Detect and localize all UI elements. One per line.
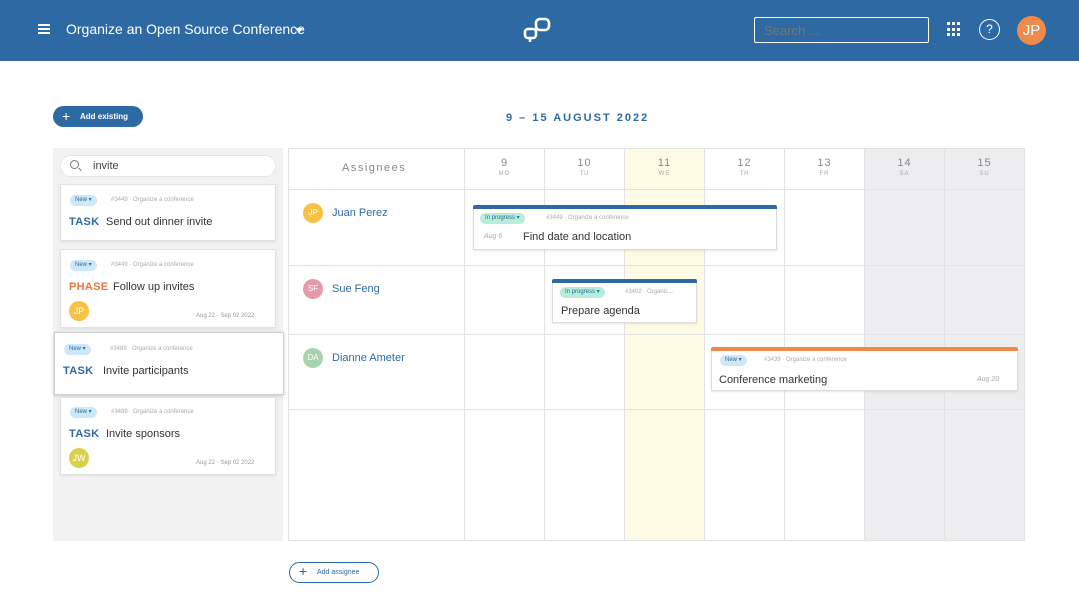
- task-card[interactable]: New #3449 · Organize a conference TASK S…: [60, 184, 276, 241]
- task-card[interactable]: New #3489 · Organize a conference TASK I…: [60, 397, 276, 475]
- avatar: JP: [69, 301, 89, 321]
- menu-icon[interactable]: [38, 24, 50, 34]
- logo-icon[interactable]: [522, 17, 552, 43]
- task-title: Follow up invites: [113, 281, 195, 293]
- task-type-label: PHASE: [69, 281, 109, 293]
- task-date: Aug 6: [484, 233, 503, 240]
- row-divider: [289, 265, 1024, 266]
- day-number: 10: [577, 157, 592, 169]
- task-color-bar: [552, 279, 697, 283]
- plus-icon: +: [299, 563, 308, 579]
- task-color-bar: [711, 347, 1018, 351]
- user-avatar[interactable]: JP: [1017, 16, 1046, 45]
- row-divider: [289, 409, 1024, 410]
- task-meta: #3439 · Organize a conference: [764, 357, 847, 363]
- task-card[interactable]: New #3489 · Organize a conference TASK I…: [54, 332, 284, 395]
- avatar: JW: [69, 448, 89, 468]
- task-title: Invite sponsors: [106, 428, 180, 440]
- day-column-weekend[interactable]: 14 SA: [864, 149, 944, 540]
- task-card[interactable]: New #3449 · Organize a conference PHASE …: [60, 249, 276, 328]
- assignee-name[interactable]: Dianne Ameter: [332, 352, 405, 364]
- day-number: 11: [657, 157, 672, 169]
- add-assignee-label: Add assignee: [317, 569, 360, 576]
- avatar: JP: [303, 203, 323, 223]
- scheduled-task[interactable]: New #3439 · Organize a conference Confer…: [711, 347, 1018, 391]
- day-number: 13: [817, 157, 832, 169]
- day-name: FR: [819, 171, 830, 177]
- assignees-column-header: Assignees: [342, 162, 407, 174]
- add-existing-button[interactable]: + Add existing: [53, 106, 143, 127]
- task-type-label: TASK: [69, 428, 100, 440]
- day-name: SA: [899, 171, 910, 177]
- status-badge[interactable]: New: [64, 344, 91, 355]
- day-column-weekend[interactable]: 15 SU: [944, 149, 1024, 540]
- apps-grid-icon[interactable]: [947, 22, 962, 37]
- task-color-bar: [473, 205, 777, 209]
- add-assignee-button[interactable]: + Add assignee: [289, 562, 379, 583]
- day-column[interactable]: 13 FR: [784, 149, 864, 540]
- day-number: 14: [897, 157, 912, 169]
- task-search-panel: invite New #3449 · Organize a conference…: [53, 148, 284, 541]
- day-number: 15: [977, 157, 992, 169]
- task-meta: #3449 · Organize a conference: [111, 262, 194, 268]
- day-name: TH: [739, 171, 750, 177]
- task-title: Conference marketing: [719, 374, 828, 386]
- day-number: 12: [737, 157, 752, 169]
- assignee-calendar: Assignees 9 MO 10 TU 11 WE 12 TH 13 FR 1…: [288, 148, 1025, 541]
- day-name: TU: [579, 171, 590, 177]
- assignee-name[interactable]: Juan Perez: [332, 207, 388, 219]
- task-title: Find date and location: [523, 231, 632, 243]
- status-badge[interactable]: New: [70, 195, 97, 206]
- task-date: Aug 20: [977, 376, 1000, 383]
- help-icon[interactable]: ?: [979, 19, 1000, 40]
- status-badge[interactable]: In progress: [480, 213, 525, 224]
- project-title[interactable]: Organize an Open Source Conference: [66, 21, 305, 37]
- status-badge[interactable]: New: [70, 260, 97, 271]
- task-date: Aug 22 - Sep 02 2022: [196, 313, 255, 319]
- task-meta: #3489 · Organize a conference: [110, 346, 193, 352]
- day-number: 9: [500, 157, 509, 169]
- add-existing-label: Add existing: [80, 112, 129, 121]
- chevron-down-icon[interactable]: [295, 28, 303, 33]
- task-meta: #3402 · Organiz...: [625, 289, 674, 295]
- task-title: Prepare agenda: [561, 305, 640, 317]
- avatar: DA: [303, 348, 323, 368]
- task-date: Aug 22 - Sep 02 2022: [196, 460, 255, 466]
- panel-search-value[interactable]: invite: [93, 160, 119, 172]
- scheduled-task[interactable]: In progress #3402 · Organiz... Prepare a…: [552, 279, 697, 323]
- search-input[interactable]: [754, 17, 929, 43]
- scheduled-task[interactable]: In progress #3449 · Organize a conferenc…: [473, 205, 777, 250]
- top-bar: Organize an Open Source Conference ? JP: [0, 0, 1079, 61]
- task-meta: #3449 · Organize a conference: [111, 197, 194, 203]
- task-title: Send out dinner invite: [106, 216, 213, 228]
- avatar: SF: [303, 279, 323, 299]
- day-name: MO: [498, 171, 511, 177]
- task-type-label: TASK: [69, 216, 100, 228]
- status-badge[interactable]: In progress: [560, 287, 605, 298]
- task-meta: #3449 · Organize a conference: [546, 215, 629, 221]
- task-type-label: TASK: [63, 365, 94, 377]
- search-icon: [70, 160, 79, 169]
- row-divider: [289, 334, 1024, 335]
- row-divider: [289, 189, 1024, 190]
- status-badge[interactable]: New: [70, 407, 97, 418]
- day-name: WE: [658, 171, 671, 177]
- assignee-name[interactable]: Sue Feng: [332, 283, 380, 295]
- status-badge[interactable]: New: [720, 355, 747, 366]
- panel-search-field[interactable]: invite: [60, 155, 276, 177]
- task-title: Invite participants: [103, 365, 189, 377]
- plus-icon: +: [62, 108, 71, 124]
- date-range-title: 9 – 15 AUGUST 2022: [506, 112, 650, 124]
- day-name: SU: [979, 171, 990, 177]
- task-meta: #3489 · Organize a conference: [111, 409, 194, 415]
